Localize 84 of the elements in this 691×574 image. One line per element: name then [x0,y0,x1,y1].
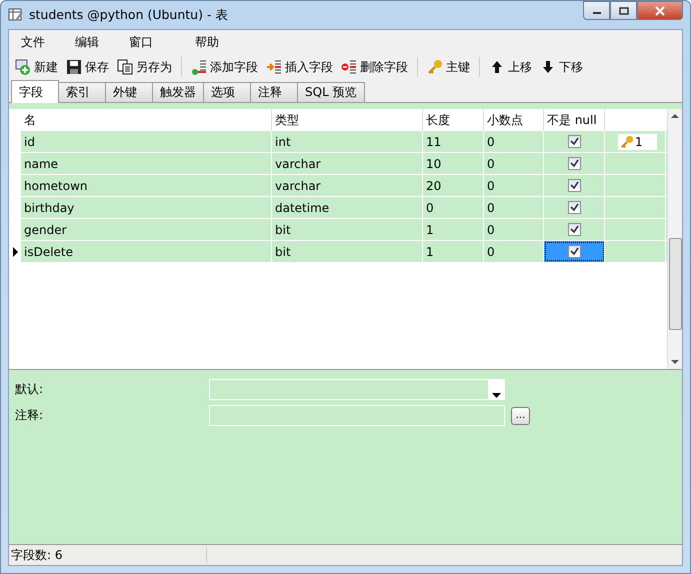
table-row[interactable]: gender bit 1 0 [9,219,667,241]
menu-item[interactable]: 窗口 [123,34,159,50]
table-row[interactable]: hometown varchar 20 0 [9,175,667,197]
checkbox[interactable] [568,135,580,148]
table-cell: hometown [21,175,272,196]
tab[interactable]: 选项 [203,82,251,102]
table-edit-icon [8,7,24,23]
table-cell: int [272,131,423,152]
checkbox[interactable] [568,201,580,214]
menu-item[interactable]: 文件 [15,34,51,50]
toolbar-button[interactable]: 上移 [486,56,535,78]
window-title: students @python (Ubuntu) - 表 [29,6,230,24]
maximize-icon [618,6,628,14]
insert-field-icon [266,59,282,75]
key-order: 1 [635,134,643,148]
tab[interactable]: SQL 预览 [297,82,365,102]
table-cell: 0 [484,131,544,152]
table-cell: bit [272,219,423,240]
toolbar-button[interactable]: 保存 [63,56,112,78]
remove-field-icon [341,59,357,75]
dropdown-arrow-icon [492,393,501,398]
copy-icon [117,59,133,75]
maximize-button[interactable] [610,1,637,20]
browse-button[interactable]: ... [511,406,530,424]
scrollbar[interactable] [667,109,682,369]
comment-field[interactable] [209,405,505,426]
toolbar-button[interactable]: 下移 [537,56,586,78]
down-arrow-icon [540,59,556,75]
minimize-button[interactable] [583,1,610,20]
checkbox[interactable] [568,157,580,170]
checkbox[interactable] [568,245,580,258]
toolbar-button[interactable]: 删除字段 [338,56,411,78]
table-row[interactable]: name varchar 10 0 [9,153,667,175]
close-button[interactable] [637,1,683,20]
field-label: 默认: [15,381,44,398]
up-arrow-icon [489,59,505,75]
menu-item[interactable]: 帮助 [189,34,225,50]
status-text: 字段数: 6 [10,546,64,564]
checkbox[interactable] [568,179,580,192]
table-cell: 20 [423,175,484,196]
table-cell: 0 [484,197,544,218]
checkbox[interactable] [568,223,580,236]
floppy-icon [66,59,82,75]
table-cell: 0 [484,219,544,240]
toolbar-button[interactable]: 主键 [424,56,473,78]
table-row[interactable]: birthday datetime 0 0 [9,197,667,219]
toolbar-button[interactable]: 新建 [12,56,61,78]
table-cell: bit [272,241,423,262]
table-cell: 10 [423,153,484,174]
tab[interactable]: 触发器 [152,82,204,102]
table-cell: 0 [484,153,544,174]
toolbar-button[interactable]: 添加字段 [188,56,261,78]
current-row-icon [12,246,18,256]
table-cell: datetime [272,197,423,218]
tab[interactable]: 索引 [58,82,106,102]
add-field-icon [191,59,207,75]
table-cell: isDelete [21,241,272,262]
tab[interactable]: 字段 [11,80,59,103]
toolbar-button[interactable]: 另存为 [114,56,175,78]
table-cell: 0 [423,197,484,218]
table-cell: 0 [484,175,544,196]
table-cell: gender [21,219,272,240]
table-cell: 1 [423,241,484,262]
table-cell: name [21,153,272,174]
field-label: 注释: [15,407,44,424]
table-cell: id [21,131,272,152]
close-icon [654,6,666,16]
tab[interactable]: 外键 [105,82,153,102]
table-cell: birthday [21,197,272,218]
table-cell: 1 [423,219,484,240]
table-row[interactable]: id int 11 0 1 [9,131,667,153]
scroll-up-icon[interactable] [671,113,679,118]
key-icon [427,59,443,75]
scroll-down-icon[interactable] [671,360,679,365]
table-cell: varchar [272,175,423,196]
menu-item[interactable]: 编辑 [69,34,105,50]
new-icon [15,59,31,75]
table-cell: varchar [272,153,423,174]
tab[interactable]: 注释 [250,82,298,102]
table-cell: 11 [423,131,484,152]
key-icon [620,134,634,148]
table-row[interactable]: isDelete bit 1 0 [9,241,667,263]
scroll-thumb[interactable] [668,238,682,330]
toolbar-button[interactable]: 插入字段 [263,56,336,78]
